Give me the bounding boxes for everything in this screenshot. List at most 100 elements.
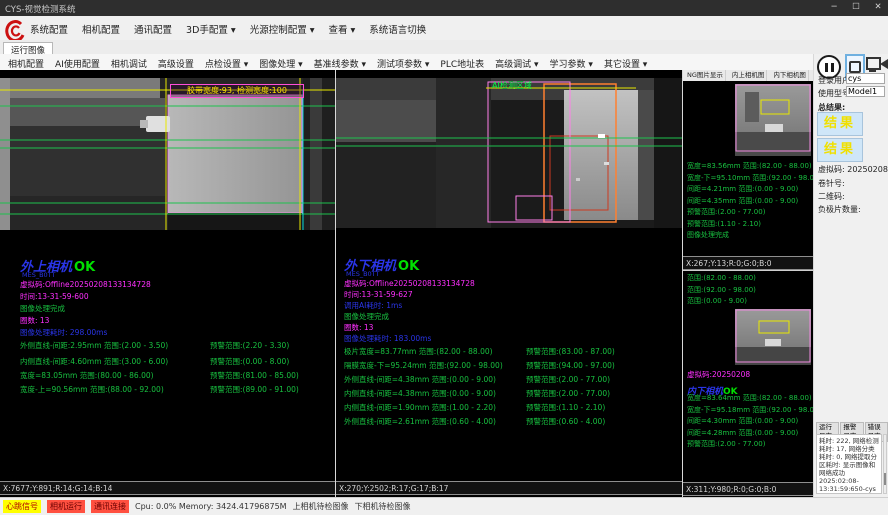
left-process-done: 图像处理完成 <box>20 303 65 314</box>
tool-spot-check[interactable]: 点检设置 ▾ <box>205 57 248 70</box>
measurement-row: 宽度=83.05mm 范围:(80.00 - 86.00) <box>20 370 154 381</box>
camera-icon <box>849 61 861 73</box>
left-virtual-code: 虚拟码:Offline20250208133134728 <box>20 279 151 290</box>
model-field[interactable] <box>846 86 885 97</box>
right-cursor-coords: X:270;Y:2502;R:17;G:17;B:17 <box>336 481 682 495</box>
menu-light-control[interactable]: 光源控制配置 ▾ <box>250 22 315 36</box>
warning-range: 预警范围:(2.00 - 77.00) <box>526 374 610 385</box>
warning-range: 预警范围:(89.00 - 91.00) <box>210 384 299 395</box>
tool-image-processing[interactable]: 图像处理 ▾ <box>259 57 302 70</box>
window-controls: ─ ☐ ✕ <box>828 2 884 12</box>
measurement-row: 隔膜宽度-下=95.24mm 范围:(92.00 - 98.00) <box>344 360 503 371</box>
thumbnail-tabs: NG图片显示 内上相机图 内下相机图 <box>683 70 813 81</box>
right-process-time: 图像处理耗时: 183.00ms <box>344 333 431 344</box>
warning-range: 预警范围:(83.00 - 87.00) <box>526 346 615 357</box>
warning-range: 预警范围:(81.00 - 85.00) <box>210 370 299 381</box>
warning-range: 预警范围:(2.00 - 77.00) <box>526 388 610 399</box>
right-time: 时间:13-31-59-627 <box>344 289 413 300</box>
right-mes-label: MES_B0TT <box>346 270 380 278</box>
measurement-row: 内侧直线-间距=4.38mm 范围:(0.00 - 9.00) <box>344 388 496 399</box>
exit-button[interactable] <box>880 56 888 73</box>
thumb-bottom-measurements: 宽度=83.64mm 范围:(82.00 - 88.00) 宽度-下=95.18… <box>687 393 821 451</box>
right-camera-ok-status: OK <box>398 259 419 274</box>
maximize-button[interactable]: ☐ <box>850 2 862 12</box>
monitor-button[interactable] <box>866 57 879 73</box>
menu-camera-config[interactable]: 相机配置 <box>82 22 120 36</box>
warning-range: 预警范围:(0.00 - 8.00) <box>210 356 289 367</box>
toolbar-items: 相机配置 AI使用配置 相机调试 高级设置 点检设置 ▾ 图像处理 ▾ 基准线参… <box>8 57 647 70</box>
right-virtual-code: 虚拟码:Offline20250208133134728 <box>344 278 475 289</box>
up-camera-status: 上相机待检图像 <box>293 501 349 512</box>
qr-code-label: 二维码: <box>818 191 845 202</box>
tab-inner-top-camera[interactable]: 内上相机图 <box>730 70 768 81</box>
ai-region-label: AI检测区域 <box>492 80 532 91</box>
toolbar: 相机配置 AI使用配置 相机调试 高级设置 点检设置 ▾ 图像处理 ▾ 基准线参… <box>0 54 813 71</box>
thumb-panel-top[interactable]: 宽度=83.56mm 范围:(82.00 - 88.00) 宽度-下=95.10… <box>683 81 813 270</box>
menu-bar: 系统配置 相机配置 通讯配置 3D手配置 ▾ 光源控制配置 ▾ 查看 ▾ 系统语… <box>0 16 888 41</box>
left-camera-image <box>0 78 335 230</box>
exit-arrow-icon <box>880 59 888 69</box>
measurement-row: 外侧直线-间距=2.61mm 范围:(0.60 - 4.00) <box>344 416 496 427</box>
title-bar: CYS-视觉检测系统 ─ ☐ ✕ <box>0 0 888 16</box>
left-cursor-coords: X:7677;Y:891;R:14;G:14;B:14 <box>0 481 335 495</box>
window-title: CYS-视觉检测系统 <box>5 3 75 15</box>
menu-items: 系统配置 相机配置 通讯配置 3D手配置 ▾ 光源控制配置 ▾ 查看 ▾ 系统语… <box>30 22 426 36</box>
thumb-bottom-coords: X:311;Y:980;R:0;G:0;B:0 <box>683 482 813 496</box>
menu-view[interactable]: 查看 ▾ <box>329 22 356 36</box>
log-scrollbar[interactable] <box>883 434 887 494</box>
menu-comm-config[interactable]: 通讯配置 <box>134 22 172 36</box>
cpu-memory-status: Cpu: 0.0% Memory: 3424.41796875M <box>135 502 287 511</box>
menu-3d-hand-config[interactable]: 3D手配置 ▾ <box>186 22 236 36</box>
thumb-top-image <box>735 84 811 156</box>
comm-status-badge: 通讯连接 <box>91 500 129 513</box>
menu-system-config[interactable]: 系统配置 <box>30 22 68 36</box>
negative-count-label: 负极片数量: <box>818 204 861 215</box>
log-output: 耗时: 222, 网络检测耗时: 17, 网络分类耗时: 0, 网络提取分区耗时… <box>816 434 882 494</box>
tool-camera-debug[interactable]: 相机调试 <box>111 57 147 70</box>
tool-plc-address[interactable]: PLC地址表 <box>440 57 484 70</box>
tool-camera-config[interactable]: 相机配置 <box>8 57 44 70</box>
warning-range: 预警范围:(2.20 - 3.30) <box>210 340 289 351</box>
tool-advanced-debug[interactable]: 高级调试 ▾ <box>495 57 538 70</box>
down-camera-status: 下相机待检图像 <box>355 501 411 512</box>
left-camera-ok-status: OK <box>74 260 95 275</box>
right-camera-view[interactable]: AI检测区域 外下相机OK MES_B0TT 虚拟码:Offline202502… <box>336 70 683 497</box>
measurement-row: 极片宽度=83.77mm 范围:(82.00 - 88.00) <box>344 346 493 357</box>
measurement-row: 外侧直线-间距=4.38mm 范围:(0.00 - 9.00) <box>344 374 496 385</box>
warning-range: 预警范围:(1.10 - 2.10) <box>526 402 605 413</box>
tab-ng-images[interactable]: NG图片显示 <box>685 70 726 81</box>
left-camera-view[interactable]: 胶带宽度:93, 检测宽度:100 外上相机OK MES_B0TT 虚拟码:Of… <box>0 70 336 497</box>
warning-range: 预警范围:(94.00 - 97.00) <box>526 360 615 371</box>
left-mes-label: MES_B0TT <box>22 271 56 279</box>
left-loop-count: 圈数: 13 <box>20 315 49 326</box>
right-ai-time: 调用AI耗时: 1ms <box>344 300 402 311</box>
tool-ai-config[interactable]: AI使用配置 <box>55 57 100 70</box>
tab-inner-bottom-camera[interactable]: 内下相机图 <box>771 70 809 81</box>
main-area: 胶带宽度:93, 检测宽度:100 外上相机OK MES_B0TT 虚拟码:Of… <box>0 70 813 497</box>
thumb-bottom-top-lines: 范围:(82.00 - 88.00) 范围:(92.00 - 98.00) 范围… <box>687 273 756 308</box>
thumb-bottom-image <box>735 309 811 365</box>
status-bar: 心跳信号 相机运行 通讯连接 Cpu: 0.0% Memory: 3424.41… <box>0 497 888 515</box>
tool-other-settings[interactable]: 其它设置 ▾ <box>604 57 647 70</box>
tool-baseline-params[interactable]: 基准线参数 ▾ <box>314 57 366 70</box>
left-time: 时间:13-31-59-600 <box>20 291 89 302</box>
right-camera-image <box>336 78 682 228</box>
tool-test-params[interactable]: 测试项参数 ▾ <box>377 57 429 70</box>
left-process-time: 图像处理耗时: 298.00ms <box>20 327 107 338</box>
camera-status-badge: 相机运行 <box>47 500 85 513</box>
log-scrollbar-thumb <box>884 473 886 485</box>
tool-advanced-settings[interactable]: 高级设置 <box>158 57 194 70</box>
tool-learning-params[interactable]: 学习参数 ▾ <box>550 57 593 70</box>
login-user-field[interactable] <box>846 73 885 84</box>
thumbnail-column: NG图片显示 内上相机图 内下相机图 宽度=83.56mm 范围:(8 <box>683 70 814 497</box>
result-box-2: 结果 <box>817 138 863 162</box>
right-process-done: 图像处理完成 <box>344 311 389 322</box>
thumb-panel-bottom[interactable]: 范围:(82.00 - 88.00) 范围:(92.00 - 98.00) 范围… <box>683 270 813 497</box>
minimize-button[interactable]: ─ <box>828 2 840 12</box>
heartbeat-status-badge: 心跳信号 <box>3 500 41 513</box>
close-button[interactable]: ✕ <box>872 2 884 12</box>
tape-width-overlay: 胶带宽度:93, 检测宽度:100 <box>170 84 304 98</box>
result-box-1: 结果 <box>817 112 863 136</box>
spool-number-label: 卷针号: <box>818 178 845 189</box>
menu-language-switch[interactable]: 系统语言切换 <box>369 22 426 36</box>
